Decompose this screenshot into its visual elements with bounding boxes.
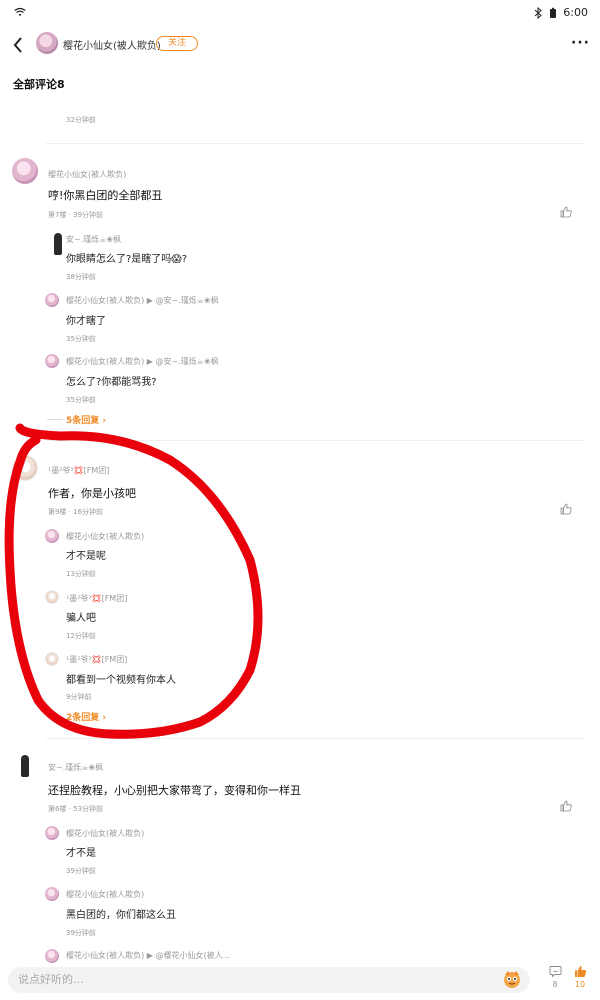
reply-text[interactable]: 黑白团的，你们都这么丑	[66, 906, 176, 921]
comment-input[interactable]: 说点好听的…	[8, 967, 530, 993]
view-replies-link[interactable]: 5条回复 ›	[66, 413, 106, 426]
reply-time: 38分钟前	[66, 273, 96, 281]
like-count: 10	[574, 980, 586, 989]
view-replies-link[interactable]: 2条回复 ›	[66, 710, 106, 723]
reply-target[interactable]: ▶ @樱花小仙女(被人...	[147, 951, 230, 960]
reply-author-name[interactable]: 樱花小仙女(被人欺负)	[66, 357, 144, 366]
reply-time: 39分钟前	[66, 867, 96, 875]
section-title: 全部评论8	[13, 78, 65, 91]
battery-icon	[550, 7, 557, 18]
comment-meta: 第7楼 · 39分钟前	[48, 211, 104, 219]
bottom-bar: 说点好听的… 8 10	[0, 964, 600, 1000]
reply-text[interactable]: 你才瞎了	[66, 312, 106, 327]
reply-author[interactable]: 樱花小仙女(被人欺负)	[66, 531, 144, 542]
top-bar: 樱花小仙女(被人欺负) 关注 ···	[0, 26, 600, 64]
comment-author[interactable]: 樱花小仙女(被人欺负)	[48, 169, 126, 180]
avatar[interactable]	[12, 158, 38, 184]
avatar[interactable]	[36, 32, 58, 54]
comment-icon	[549, 966, 561, 978]
divider	[46, 143, 584, 144]
divider	[46, 738, 584, 739]
avatar[interactable]	[45, 590, 59, 604]
comment-text[interactable]: 哼!你黑白团的全部都丑	[48, 187, 162, 203]
reply-text[interactable]: 骗人吧	[66, 609, 96, 624]
comment-author[interactable]: ¹墨²爷³💢[FM团]	[48, 465, 109, 476]
reply-time: 35分钟前	[66, 335, 96, 343]
comment-count-button[interactable]: 8	[544, 964, 566, 989]
follow-button[interactable]: 关注	[156, 36, 198, 51]
avatar[interactable]	[12, 455, 38, 481]
back-arrow-icon[interactable]	[10, 35, 28, 55]
comment-text[interactable]: 还捏脸教程，小心别把大家带弯了，变得和你一样丑	[48, 782, 301, 798]
reply-text[interactable]: 才不是呢	[66, 547, 106, 562]
reply-text[interactable]: 都看到一个视频有你本人	[66, 671, 176, 686]
reply-target[interactable]: ▶ @安~.瑾烁☕❀枫	[147, 296, 219, 305]
thumbs-up-filled-icon	[574, 966, 586, 977]
reply-author[interactable]: 樱花小仙女(被人欺负)	[66, 889, 144, 900]
comment-meta: 第6楼 · 53分钟前	[48, 805, 104, 813]
reply-text[interactable]: 才不是	[66, 844, 96, 859]
reply-author[interactable]: 樱花小仙女(被人欺负) ▶ @安~.瑾烁☕❀枫	[66, 356, 219, 367]
reply-author-name[interactable]: 樱花小仙女(被人欺负)	[66, 296, 144, 305]
reply-time: 32分钟前	[66, 116, 96, 124]
avatar[interactable]	[45, 293, 59, 307]
comment-author[interactable]: 安~.瑾烁☕❀枫	[48, 762, 103, 773]
thumbs-up-icon[interactable]	[560, 206, 572, 218]
header-username[interactable]: 樱花小仙女(被人欺负)	[63, 37, 161, 52]
reply-time: 12分钟前	[66, 632, 96, 640]
wifi-icon	[14, 7, 26, 16]
thumbs-up-icon[interactable]	[560, 503, 572, 515]
comment-count: 8	[552, 980, 558, 989]
reply-text[interactable]: 你眼睛怎么了?是瞎了吗😱?	[66, 250, 187, 265]
reply-time: 39分钟前	[66, 929, 96, 937]
view-replies-label[interactable]: 5条回复	[66, 416, 99, 426]
status-bar: 6:00	[0, 0, 600, 26]
divider	[46, 440, 584, 441]
reply-author[interactable]: 樱花小仙女(被人欺负) ▶ @樱花小仙女(被人...	[66, 950, 230, 961]
avatar[interactable]	[45, 652, 59, 666]
reply-text[interactable]: 怎么了?你都能骂我?	[66, 373, 157, 388]
avatar[interactable]	[45, 949, 59, 963]
emoji-icon[interactable]	[502, 969, 522, 989]
thumbs-up-icon[interactable]	[560, 800, 572, 812]
avatar[interactable]	[45, 354, 59, 368]
avatar[interactable]	[45, 887, 59, 901]
reply-author-name[interactable]: 樱花小仙女(被人欺负)	[66, 951, 144, 960]
reply-author[interactable]: 安~.瑾烁☕❀枫	[66, 234, 121, 245]
bluetooth-icon	[534, 6, 543, 19]
like-count-button[interactable]: 10	[569, 964, 591, 989]
reply-author[interactable]: 樱花小仙女(被人欺负)	[66, 828, 144, 839]
reply-author[interactable]: ¹墨²爷³💢[FM团]	[66, 593, 127, 604]
reply-author[interactable]: ¹墨²爷³💢[FM团]	[66, 654, 127, 665]
comment-text[interactable]: 作者，你是小孩吧	[48, 485, 136, 501]
status-time: 6:00	[563, 6, 588, 19]
reply-target[interactable]: ▶ @安~.瑾烁☕❀枫	[147, 357, 219, 366]
avatar[interactable]	[12, 753, 38, 779]
reply-author[interactable]: 樱花小仙女(被人欺负) ▶ @安~.瑾烁☕❀枫	[66, 295, 219, 306]
avatar[interactable]	[45, 529, 59, 543]
comment-meta: 第9楼 · 16分钟前	[48, 508, 104, 516]
avatar[interactable]	[45, 231, 62, 255]
view-replies-label[interactable]: 2条回复	[66, 713, 99, 723]
reply-time: 35分钟前	[66, 396, 96, 404]
reply-time: 9分钟前	[66, 693, 92, 701]
divider	[47, 419, 63, 420]
avatar[interactable]	[45, 826, 59, 840]
more-options-icon[interactable]: ···	[571, 36, 590, 50]
reply-time: 13分钟前	[66, 570, 96, 578]
